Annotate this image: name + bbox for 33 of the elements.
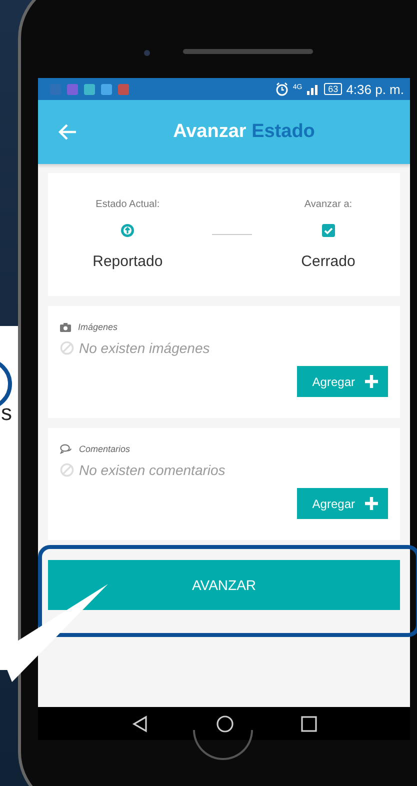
current-state-label: Estado Actual: [96,199,160,210]
next-state-value: Cerrado [301,253,356,270]
up-arrow-circle-icon [121,224,134,237]
next-state-label: Avanzar a: [304,199,352,210]
camera-icon [144,50,150,56]
notification-icon [118,84,129,94]
screen-title: Avanzar Estado [172,121,316,143]
current-state-value: Reportado [92,253,163,270]
battery-indicator: 63 [324,83,342,95]
prohibited-icon [60,463,74,477]
add-button[interactable]: Agregar [297,366,388,397]
section-title: Comentarios [79,444,130,454]
notification-icon [101,84,112,94]
add-button[interactable]: Agregar [297,488,388,519]
camera-icon [60,322,71,332]
chat-bubbles-icon [60,444,72,454]
section-title: Imágenes [78,322,118,332]
checkbox[interactable] [322,224,335,237]
home-icon[interactable] [216,714,234,732]
back-icon[interactable] [131,714,150,732]
plus-icon [365,375,378,388]
plus-icon [365,497,378,510]
notification-icon [67,84,78,94]
empty-message: No existen imágenes [79,340,210,356]
notification-icon [84,84,95,94]
signal-icon [306,83,320,95]
advance-button[interactable]: AVANZAR [48,560,400,610]
clock-time: 4:36 p. m. [346,82,404,96]
prohibited-icon [60,341,74,355]
callout-text: s [1,400,12,426]
alarm-icon [274,82,289,96]
recent-apps-icon[interactable] [300,716,317,732]
empty-message: No existen comentarios [79,462,226,478]
